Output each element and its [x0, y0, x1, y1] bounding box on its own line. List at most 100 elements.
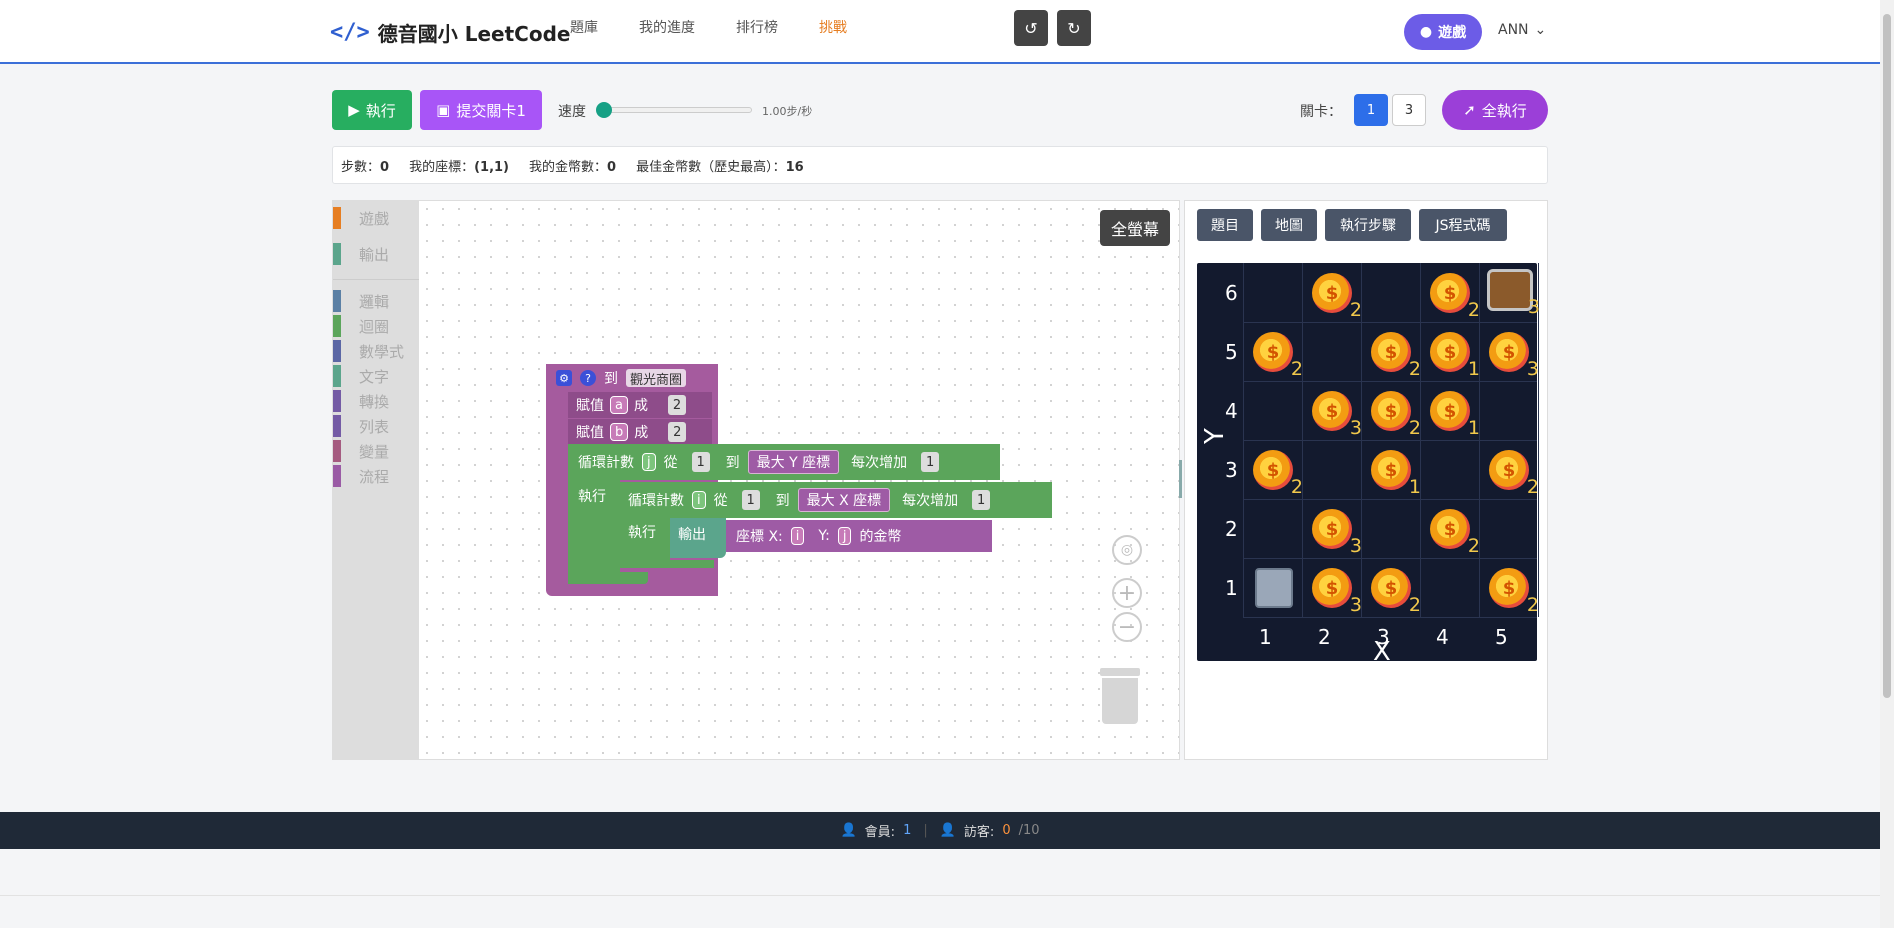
coin-icon: $2 — [1253, 332, 1303, 380]
function-header[interactable]: ⚙ ? 到 觀光商圈 — [546, 364, 718, 392]
category-text[interactable]: 文字 — [333, 365, 389, 387]
brand-title: 德音國小 LeetCode — [377, 22, 571, 46]
loop-var-j[interactable]: j — [642, 453, 656, 471]
nav-progress[interactable]: 我的進度 — [639, 17, 695, 37]
category-variables[interactable]: 變量 — [333, 440, 389, 462]
coin-count: 3 — [1349, 535, 1362, 557]
chest-count: 3 — [1527, 296, 1540, 318]
category-game[interactable]: 遊戲 — [333, 207, 389, 229]
y-label-3: 3 — [1225, 458, 1238, 482]
coin-icon: $3 — [1312, 509, 1362, 557]
coin-count: 2 — [1349, 299, 1362, 321]
x-label-2: 2 — [1318, 625, 1331, 649]
zoom-out-icon[interactable]: − — [1112, 612, 1142, 642]
block-canvas[interactable] — [419, 201, 1179, 759]
tab-problem[interactable]: 題目 — [1197, 209, 1253, 241]
coin-icon: $1 — [1430, 391, 1480, 439]
coord-x-var[interactable]: i — [790, 527, 805, 545]
speed-slider-thumb[interactable] — [596, 102, 612, 118]
value-b[interactable]: 2 — [668, 422, 687, 442]
y-label-5: 5 — [1225, 340, 1238, 364]
game-button[interactable]: ● 遊戲 — [1404, 14, 1482, 50]
run-all-label: 全執行 — [1481, 101, 1527, 120]
run-button-label: 執行 — [365, 101, 396, 120]
coin-icon: $1 — [1371, 450, 1421, 498]
redo-button[interactable]: ↻ — [1057, 10, 1091, 46]
set-a-block[interactable]: 賦值 a 成 2 — [568, 392, 712, 418]
coin-icon: $2 — [1371, 568, 1421, 616]
trash-icon[interactable] — [1100, 668, 1140, 724]
coin-count: 2 — [1290, 476, 1303, 498]
robot-icon — [1255, 568, 1293, 608]
loop-j-foot — [568, 572, 648, 584]
max-y-block[interactable]: 最大 Y 座標 — [747, 450, 840, 474]
visitors-count: 0 — [1002, 823, 1011, 838]
x-label-1: 1 — [1259, 625, 1272, 649]
grid-line-horizontal — [1243, 440, 1537, 441]
nav-challenge[interactable]: 挑戰 — [819, 17, 847, 37]
output-block[interactable]: 輸出 — [670, 518, 726, 558]
loop-j-block[interactable]: 循環計數 j 從 1 到 最大 Y 座標 每次增加 1 — [568, 444, 1000, 480]
scrollbar-thumb[interactable] — [1883, 14, 1891, 698]
category-logic[interactable]: 邏輯 — [333, 290, 389, 312]
submit-level-button[interactable]: ▣ 提交關卡1 — [420, 90, 542, 130]
coin-count: 2 — [1526, 476, 1539, 498]
panel-resize-handle[interactable] — [1179, 460, 1182, 498]
help-icon[interactable]: ? — [580, 370, 596, 386]
user-name: ANN — [1498, 22, 1529, 38]
grid-line-horizontal — [1243, 558, 1537, 559]
block-toolbox: 遊戲 輸出 邏輯 迴圈 數學式 文字 轉換 列表 變量 流程 — [333, 201, 419, 759]
max-x-block[interactable]: 最大 X 座標 — [797, 488, 891, 512]
tab-map[interactable]: 地圖 — [1261, 209, 1317, 241]
nav-problems[interactable]: 題庫 — [570, 17, 598, 37]
level-1-button[interactable]: 1 — [1354, 94, 1388, 126]
brand-link[interactable]: </> 德音國小 LeetCode — [330, 18, 570, 47]
speed-slider[interactable] — [596, 102, 752, 118]
variable-b[interactable]: b — [610, 423, 629, 441]
members-count: 1 — [903, 823, 912, 838]
category-loops[interactable]: 迴圈 — [333, 315, 389, 337]
tab-steps[interactable]: 執行步驟 — [1325, 209, 1411, 241]
variable-a[interactable]: a — [610, 396, 628, 414]
category-procedures[interactable]: 流程 — [333, 465, 389, 487]
coin-count: 3 — [1526, 358, 1539, 380]
category-lists[interactable]: 列表 — [333, 415, 389, 437]
tab-js-code[interactable]: JS程式碼 — [1419, 209, 1507, 241]
run-all-button[interactable]: ➚ 全執行 — [1442, 90, 1548, 130]
value-a[interactable]: 2 — [667, 395, 686, 415]
speed-value: 1.00步/秒 — [762, 105, 813, 118]
level-3-button[interactable]: 3 — [1392, 94, 1426, 126]
category-output[interactable]: 輸出 — [333, 243, 389, 265]
coord-y-var[interactable]: j — [837, 527, 852, 545]
category-math[interactable]: 數學式 — [333, 340, 404, 362]
coin-icon: $1 — [1430, 332, 1480, 380]
y-label-1: 1 — [1225, 576, 1238, 600]
nav-leaderboard[interactable]: 排行榜 — [736, 17, 778, 37]
x-label-4: 4 — [1436, 625, 1449, 649]
loop-j-from[interactable]: 1 — [691, 452, 710, 472]
zoom-in-icon[interactable]: + — [1112, 578, 1142, 608]
info-panel: 題目 地圖 執行步驟 JS程式碼 Y X 6 5 4 3 2 1 1 2 3 4… — [1184, 200, 1548, 760]
loop-i-step[interactable]: 1 — [972, 490, 991, 510]
run-button[interactable]: ▶ 執行 — [332, 90, 412, 130]
treasure-chest-icon: 3 — [1487, 269, 1540, 318]
game-map: Y X 6 5 4 3 2 1 1 2 3 4 5 $2 $2 $2 $2 $1 $3 $3… — [1197, 263, 1540, 667]
gear-icon[interactable]: ⚙ — [556, 370, 572, 386]
loop-i-block[interactable]: 循環計數 i 從 1 到 最大 X 座標 每次增加 1 — [618, 482, 1052, 518]
fullscreen-button[interactable]: 全螢幕 — [1100, 210, 1170, 246]
page-scrollbar[interactable] — [1880, 0, 1894, 928]
coin-icon: $2 — [1371, 332, 1421, 380]
loop-j-step[interactable]: 1 — [921, 452, 940, 472]
undo-button[interactable]: ↺ — [1014, 10, 1048, 46]
rocket-icon: ➚ — [1463, 101, 1476, 119]
coin-count: 2 — [1408, 417, 1421, 439]
user-menu[interactable]: ANN ⌄ — [1498, 22, 1546, 38]
loop-i-from[interactable]: 1 — [741, 490, 760, 510]
coin-at-coordinate-block[interactable]: 座標 X: i Y: j 的金幣 — [726, 520, 992, 552]
steps-stat: 步數：0 — [341, 159, 390, 175]
function-name-field[interactable]: 觀光商圈 — [626, 369, 687, 388]
category-convert[interactable]: 轉換 — [333, 390, 389, 412]
recenter-icon[interactable]: ◎ — [1112, 535, 1142, 565]
set-b-block[interactable]: 賦值 b 成 2 — [568, 419, 712, 445]
loop-var-i[interactable]: i — [692, 491, 706, 509]
